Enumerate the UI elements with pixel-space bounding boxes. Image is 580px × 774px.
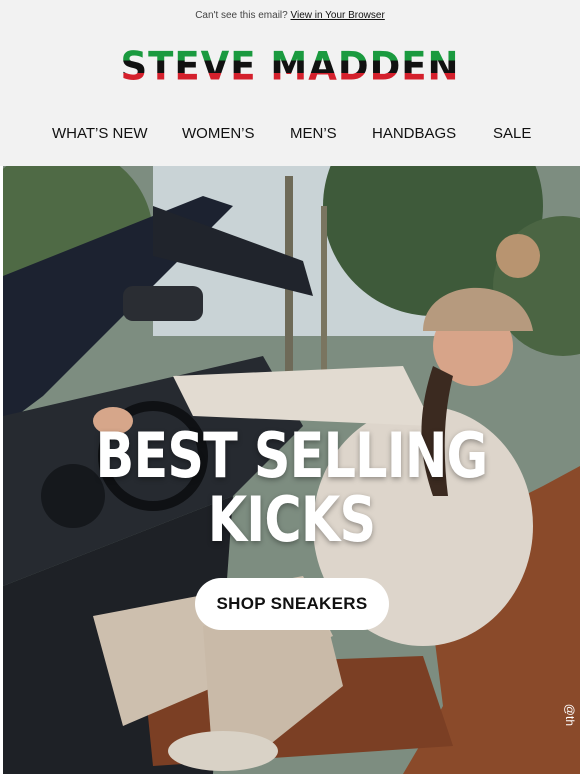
preheader-text: Can't see this email? [195, 10, 288, 21]
preheader: Can't see this email? View in Your Brows… [0, 10, 580, 21]
shop-sneakers-button[interactable]: SHOP SNEAKERS [195, 578, 389, 630]
hero-banner[interactable]: BEST SELLING KICKS SHOP SNEAKERS @th [3, 166, 580, 774]
brand-logo[interactable]: STEVE MADDEN [0, 43, 580, 90]
view-in-browser-link[interactable]: View in Your Browser [290, 10, 384, 21]
email-page: Can't see this email? View in Your Brows… [0, 0, 580, 774]
nav-item-womens[interactable]: WOMEN’S [182, 125, 255, 142]
photo-credit: @th [563, 703, 577, 726]
hero-headline: BEST SELLING KICKS [55, 424, 528, 552]
nav-item-whats-new[interactable]: WHAT’S NEW [52, 125, 148, 142]
hero-headline-line1: BEST SELLING [95, 419, 489, 492]
nav-item-handbags[interactable]: HANDBAGS [372, 125, 456, 142]
hero-headline-line2: KICKS [207, 483, 376, 556]
nav-item-mens[interactable]: MEN’S [290, 125, 337, 142]
nav-item-sale[interactable]: SALE [493, 125, 531, 142]
brand-logo-text: STEVE MADDEN [120, 43, 460, 90]
email-header: Can't see this email? View in Your Brows… [0, 0, 580, 166]
main-nav: WHAT’S NEW WOMEN’S MEN’S HANDBAGS SALE [0, 125, 580, 145]
